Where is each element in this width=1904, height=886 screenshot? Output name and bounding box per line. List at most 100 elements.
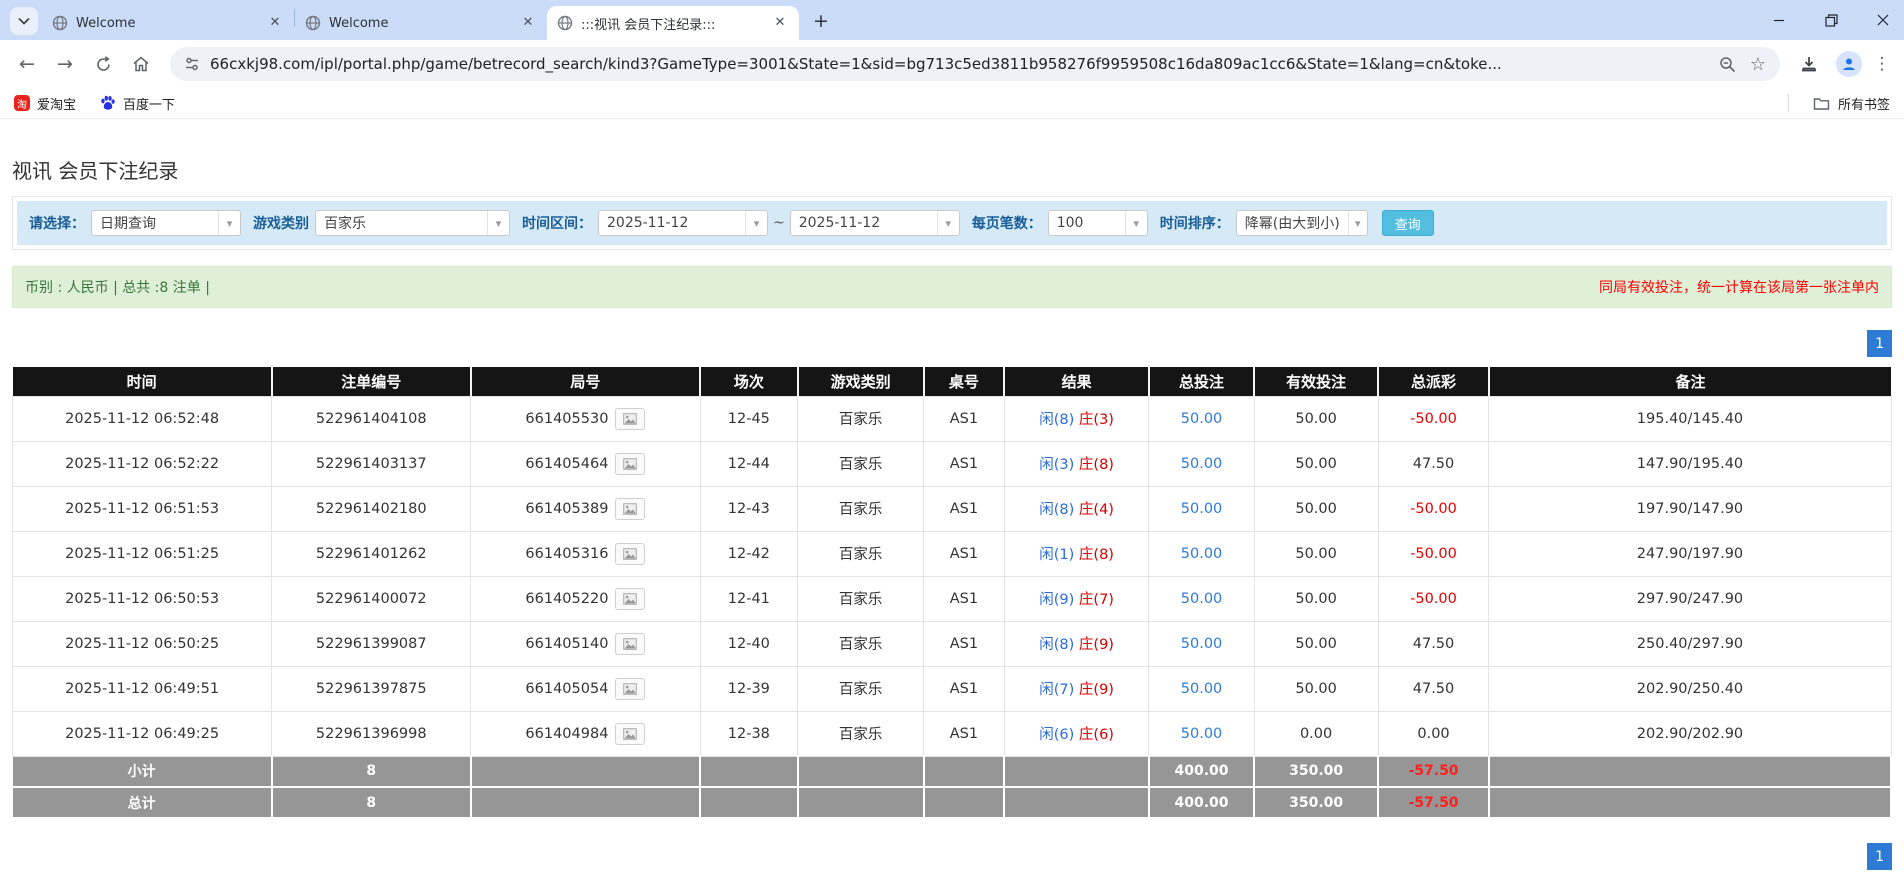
date-from-select[interactable]: 2025-11-12 ▾ [598,210,768,236]
cell-table-no: AS1 [923,620,1005,667]
table-header-row: 时间 注单编号 局号 场次 游戏类别 桌号 结果 总投注 有效投注 总派彩 备注 [12,367,1891,396]
cell-session: 12-41 [699,575,799,622]
address-bar[interactable]: 66cxkj98.com/ipl/portal.php/game/betreco… [170,47,1780,81]
person-icon [1843,58,1855,70]
sort-order-label: 时间排序： [1159,216,1230,232]
total-bet-link[interactable]: 50.00 [1148,665,1255,712]
header-round: 局号 [470,367,702,396]
downloads-button[interactable] [1792,47,1826,81]
cell-note: 250.40/297.90 [1488,620,1892,667]
total-bet-link[interactable]: 50.00 [1148,395,1255,442]
cell-valid-bet: 0.00 [1253,710,1379,757]
result-image-button[interactable] [615,632,646,655]
all-bookmarks-button[interactable]: 所有书签 [1813,94,1890,113]
cell-payout: -50.00 [1377,530,1490,577]
table-row: 2025-11-12 06:52:48 522961404108 6614055… [11,395,1892,442]
restore-button[interactable] [1818,7,1844,33]
sort-order-select[interactable]: 降幂(由大到小) ▾ [1235,210,1368,236]
cell-bet-id: 522961404108 [271,395,472,442]
tab-search-button[interactable] [10,7,38,35]
page-1-button[interactable]: 1 [1867,843,1892,870]
home-icon [133,56,149,72]
result-image-button[interactable] [615,677,646,700]
cell-table-no: AS1 [923,665,1005,712]
picture-icon [623,727,638,740]
cell-table-no: AS1 [923,440,1005,487]
result-image-button[interactable] [615,722,646,745]
cell-game-type: 百家乐 [797,665,925,712]
result-image-button[interactable] [615,497,646,520]
query-type-select[interactable]: 日期查询 ▾ [91,210,241,236]
cell-payout: -50.00 [1377,395,1490,442]
page-title: 视讯 会员下注纪录 [12,159,179,183]
cell-round: 661405220 [470,575,701,622]
cell-valid-bet: 50.00 [1253,620,1379,667]
tab-welcome-1[interactable]: Welcome ✕ [42,6,294,40]
forward-button[interactable]: → [48,47,82,81]
close-icon[interactable]: ✕ [771,14,789,32]
date-range-label: 时间区间： [522,216,592,232]
cell-round: 661405140 [470,620,701,667]
restore-icon [1824,13,1838,27]
header-payout: 总派彩 [1378,367,1490,396]
game-type-select[interactable]: 百家乐 ▾ [315,210,510,236]
table-row: 2025-11-12 06:49:25 522961396998 6614049… [11,710,1892,757]
download-icon [1802,57,1816,72]
tab-welcome-2[interactable]: Welcome ✕ [295,6,547,40]
close-icon[interactable]: ✕ [266,14,284,32]
result-image-button[interactable] [615,452,646,475]
back-button[interactable]: ← [10,47,44,81]
total-row: 总计 8 400.00 350.00 -57.50 [12,787,1893,819]
pagination-top: 1 [12,330,1892,357]
picture-icon [623,592,638,605]
bookmark-taobao[interactable]: 淘 爱淘宝 [14,94,76,113]
zoom-icon[interactable] [1719,56,1736,73]
cell-time: 2025-11-12 06:51:53 [11,485,273,532]
cell-payout: -50.00 [1377,575,1490,622]
total-valid-bet: 350.00 [1254,787,1380,819]
cell-session: 12-43 [699,485,799,532]
cell-payout: -50.00 [1377,485,1490,532]
new-tab-button[interactable]: + [807,7,835,35]
cell-bet-id: 522961396998 [271,710,472,757]
currency-total-text: 币别 : 人民币 | 总共 :8 注单 | [25,280,210,296]
cell-bet-id: 522961399087 [271,620,472,667]
cell-round: 661405054 [470,665,701,712]
browser-menu-button[interactable]: ⋮ [1872,54,1892,74]
bookmarks-bar: 淘 爱淘宝 百度一下 所有书签 [0,88,1904,119]
header-result: 结果 [1004,367,1150,396]
reload-button[interactable] [86,47,120,81]
cell-note: 197.90/147.90 [1488,485,1892,532]
bookmark-star-icon[interactable]: ☆ [1750,54,1766,75]
page-size-label: 每页笔数： [971,216,1042,232]
total-bet-link[interactable]: 50.00 [1148,530,1255,577]
tab-title: Welcome [76,15,136,31]
total-bet-link[interactable]: 50.00 [1148,440,1255,487]
total-bet-link[interactable]: 50.00 [1148,710,1255,757]
tab-active-betrecord[interactable]: :::视讯 会员下注纪录::: ✕ [547,6,799,40]
profile-avatar[interactable] [1836,51,1862,77]
cell-session: 12-45 [699,395,799,442]
minimize-button[interactable] [1766,7,1792,33]
result-image-button[interactable] [615,542,646,565]
caret-down-icon: ▾ [936,211,959,235]
close-icon[interactable]: ✕ [519,14,537,32]
page-1-button[interactable]: 1 [1867,330,1892,357]
date-to-select[interactable]: 2025-11-12 ▾ [789,210,960,236]
cell-time: 2025-11-12 06:52:22 [11,440,273,487]
cell-valid-bet: 50.00 [1253,575,1379,622]
page-size-select[interactable]: 100 ▾ [1047,210,1148,236]
home-button[interactable] [124,47,158,81]
search-button[interactable]: 查询 [1381,210,1434,236]
bookmark-baidu[interactable]: 百度一下 [100,94,175,113]
cell-round: 661405530 [470,395,701,442]
header-game-type: 游戏类别 [797,367,925,396]
url-text[interactable]: 66cxkj98.com/ipl/portal.php/game/betreco… [210,55,1709,73]
result-image-button[interactable] [615,407,646,430]
total-bet-link[interactable]: 50.00 [1148,575,1255,622]
total-bet-link[interactable]: 50.00 [1148,485,1255,532]
close-window-button[interactable] [1870,7,1896,33]
total-bet-link[interactable]: 50.00 [1148,620,1255,667]
result-image-button[interactable] [615,587,646,610]
cell-bet-id: 522961397875 [271,665,472,712]
